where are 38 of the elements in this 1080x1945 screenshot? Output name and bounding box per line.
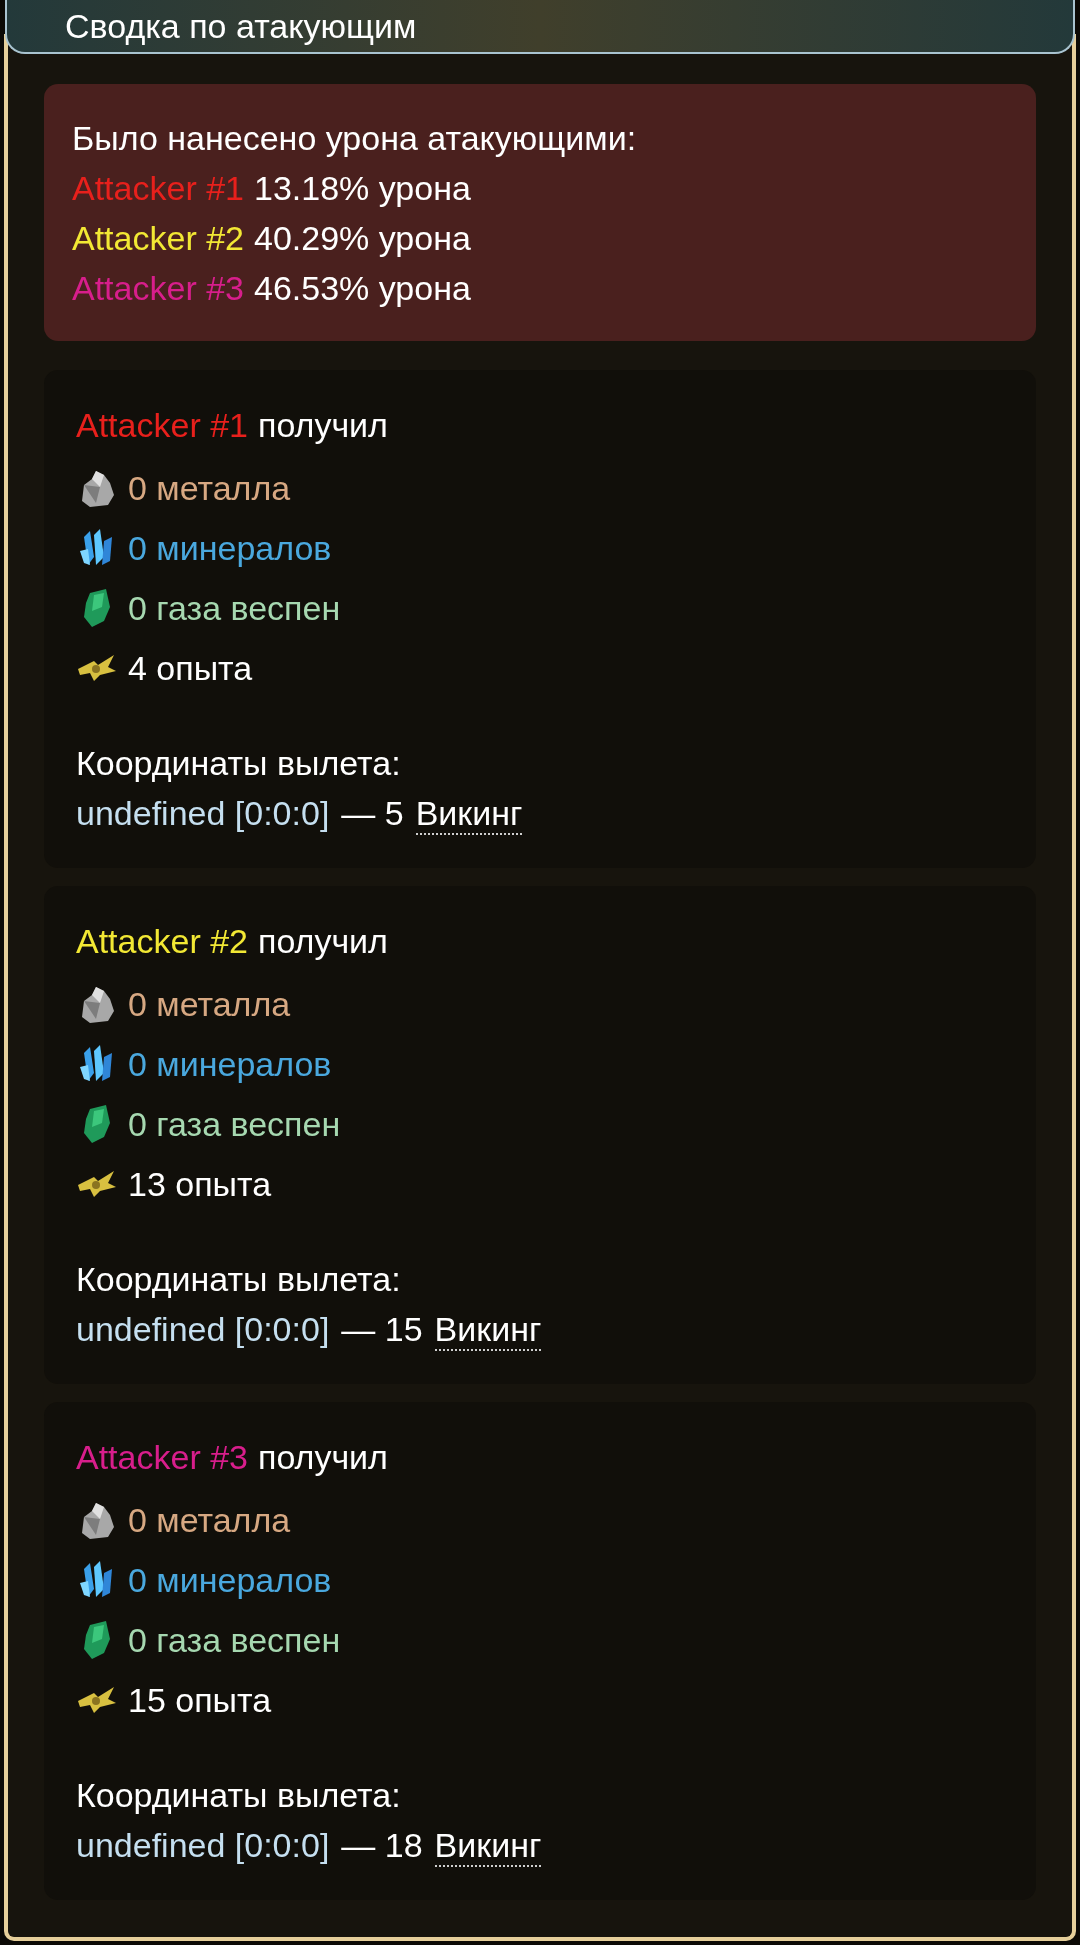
resource-amount: 0 металла: [128, 987, 291, 1021]
attacker-name: Attacker #2: [72, 218, 244, 259]
resource-amount: 0 минералов: [128, 1047, 332, 1081]
window-title: Сводка по атакующим: [65, 9, 417, 43]
attacker-name: Attacker #3: [72, 268, 244, 309]
resource-amount: 0 минералов: [128, 531, 332, 565]
resource-amount: 0 газа веспен: [128, 1107, 341, 1141]
resource-amount: 13 опыта: [128, 1167, 272, 1201]
resource-amount: 0 металла: [128, 1503, 291, 1537]
attacker-name: Attacker #2: [76, 921, 248, 962]
received-label: получил: [258, 405, 388, 446]
received-label: получил: [258, 1437, 388, 1478]
ship-count: — 18: [341, 1825, 423, 1866]
ship-tooltip-link[interactable]: Викинг: [434, 1309, 542, 1351]
resource-amount: 4 опыта: [128, 651, 253, 685]
departure-label: Координаты вылета:: [76, 1775, 402, 1816]
damage-share: 13.18% урона: [254, 168, 471, 209]
attacker-name: Attacker #3: [76, 1437, 248, 1478]
damage-share: 46.53% урона: [254, 268, 471, 309]
departure-label: Координаты вылета:: [76, 743, 402, 784]
ship-count: — 5: [341, 793, 404, 834]
attacker-name: Attacker #1: [72, 168, 244, 209]
resource-amount: 0 минералов: [128, 1563, 332, 1597]
departure-label: Координаты вылета:: [76, 1259, 402, 1300]
attacker-name: Attacker #1: [76, 405, 248, 446]
summary-heading: Было нанесено урона атакующими:: [72, 118, 638, 159]
ship-tooltip-link[interactable]: Викинг: [415, 793, 523, 835]
damage-share: 40.29% урона: [254, 218, 471, 259]
coordinates-text: undefined [0:0:0]: [76, 793, 330, 834]
ship-tooltip-link[interactable]: Викинг: [434, 1825, 542, 1867]
resource-amount: 0 металла: [128, 471, 291, 505]
coordinates-text: undefined [0:0:0]: [76, 1825, 330, 1866]
resource-amount: 0 газа веспен: [128, 591, 341, 625]
coordinates-text: undefined [0:0:0]: [76, 1309, 330, 1350]
ship-count: — 15: [341, 1309, 423, 1350]
resource-amount: 15 опыта: [128, 1683, 272, 1717]
resource-amount: 0 газа веспен: [128, 1623, 341, 1657]
received-label: получил: [258, 921, 388, 962]
